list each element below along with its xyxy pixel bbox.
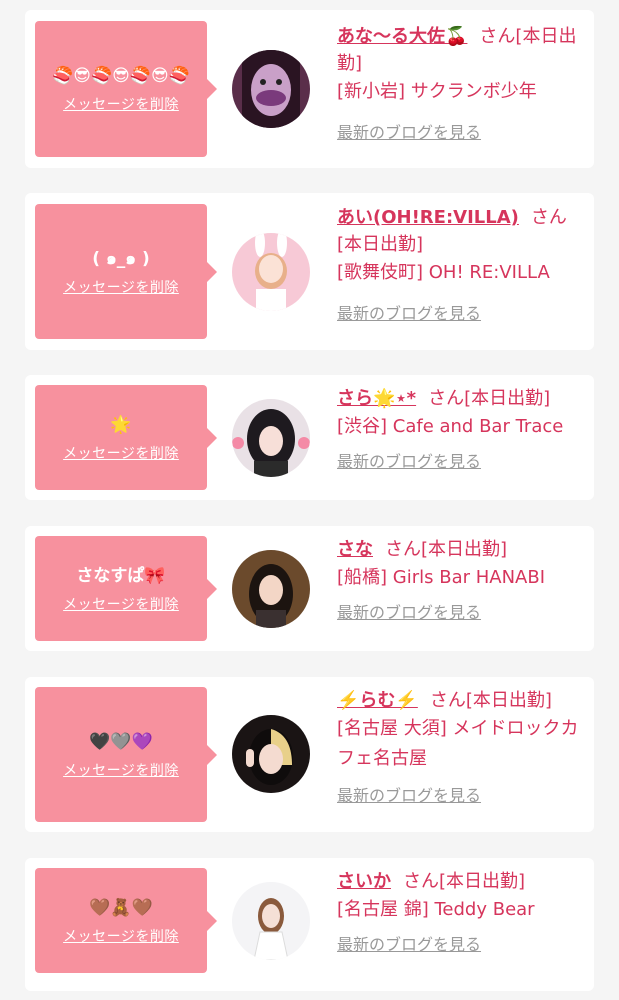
shop-text: [歌舞伎町] OH! RE:VILLA xyxy=(337,262,550,283)
message-bubble: さなすぱ🎀 メッセージを削除 xyxy=(35,536,217,641)
cast-info: さいか さん[本日出勤] [名古屋 錦] Teddy Bear 最新のブログを見る xyxy=(337,868,584,955)
cast-name-link[interactable]: あい(OH!RE:VILLA) xyxy=(337,207,519,228)
message-bubble: ( ๑_๑ ) メッセージを削除 xyxy=(35,204,217,339)
avatar[interactable] xyxy=(232,715,310,793)
blog-link[interactable]: 最新のブログを見る xyxy=(337,300,481,324)
status-text: [本日出勤] xyxy=(421,539,508,560)
shop-text: [渋谷] Cafe and Bar Trace xyxy=(337,416,564,437)
cast-info: あな〜る大佐🍒 さん[本日出勤] [新小岩] サクランボ少年 最新のブログを見る xyxy=(337,23,584,143)
honorific: さん xyxy=(429,690,466,711)
cast-name-link[interactable]: ⚡️らむ⚡️ xyxy=(337,690,418,711)
blog-link[interactable]: 最新のブログを見る xyxy=(337,782,481,806)
honorific: さん xyxy=(385,539,421,560)
cast-name-link[interactable]: あな〜る大佐🍒 xyxy=(337,26,467,47)
shop-text: [名古屋 大須] メイドロックカフェ名古屋 xyxy=(337,718,579,769)
list-item: さなすぱ🎀 メッセージを削除 さな さん[本日出勤] [船橋] Girls Bar… xyxy=(25,526,594,651)
message-bubble: 🌟 メッセージを削除 xyxy=(35,385,217,490)
message-text: 🤎🧸🤎 xyxy=(89,897,153,918)
cast-info: ⚡️らむ⚡️ さん[本日出勤] [名古屋 大須] メイドロックカフェ名古屋 最新の… xyxy=(337,687,584,806)
blog-link[interactable]: 最新のブログを見る xyxy=(337,448,481,472)
list-item: 🖤🩶💜 メッセージを削除 ⚡️らむ⚡️ さん[本日出勤] [名古屋 大須] メイド… xyxy=(25,677,594,832)
status-text: [本日出勤] xyxy=(464,388,551,409)
list-item: 🍣😎🍣😎🍣😎🍣 メッセージを削除 あな〜る大佐🍒 さん[本日出勤] [新小岩] サ… xyxy=(25,10,594,168)
message-text: ( ๑_๑ ) xyxy=(92,248,150,269)
avatar[interactable] xyxy=(232,882,310,960)
cast-info: あい(OH!RE:VILLA) さん [本日出勤] [歌舞伎町] OH! RE:VI… xyxy=(337,204,584,324)
delete-message-link[interactable]: メッセージを削除 xyxy=(63,277,179,297)
delete-message-link[interactable]: メッセージを削除 xyxy=(63,760,179,780)
status-text: [本日出勤] xyxy=(465,690,552,711)
status-text: [本日出勤] xyxy=(337,234,424,255)
cast-name-link[interactable]: さな xyxy=(337,539,373,560)
delete-message-link[interactable]: メッセージを削除 xyxy=(63,926,179,946)
message-text: 🍣😎🍣😎🍣😎🍣 xyxy=(52,66,190,86)
cast-name-link[interactable]: さいか xyxy=(337,871,391,892)
avatar[interactable] xyxy=(232,233,310,311)
honorific: さん xyxy=(403,871,439,892)
message-bubble: 🤎🧸🤎 メッセージを削除 xyxy=(35,868,217,973)
shop-text: [船橋] Girls Bar HANABI xyxy=(337,567,546,588)
delete-message-link[interactable]: メッセージを削除 xyxy=(63,443,179,463)
message-bubble: 🍣😎🍣😎🍣😎🍣 メッセージを削除 xyxy=(35,21,217,157)
honorific: さん xyxy=(479,26,516,47)
honorific: さん xyxy=(530,207,567,228)
list-item: 🤎🧸🤎 メッセージを削除 さいか さん[本日出勤] [名古屋 錦] Teddy B… xyxy=(25,858,594,991)
message-text: 🖤🩶💜 xyxy=(89,731,153,752)
blog-link[interactable]: 最新のブログを見る xyxy=(337,119,481,143)
list-item: 🌟 メッセージを削除 さら🌟⋆* さん[本日出勤] [渋谷] Cafe and B… xyxy=(25,375,594,500)
message-text: 🌟 xyxy=(110,414,132,435)
shop-text: [新小岩] サクランボ少年 xyxy=(337,81,537,102)
status-text: [本日出勤] xyxy=(439,871,526,892)
cast-name-link[interactable]: さら🌟⋆* xyxy=(337,388,416,409)
avatar[interactable] xyxy=(232,399,310,477)
honorific: さん xyxy=(428,388,465,409)
message-text: さなすぱ🎀 xyxy=(76,565,166,586)
delete-message-link[interactable]: メッセージを削除 xyxy=(63,594,179,614)
cast-info: さな さん[本日出勤] [船橋] Girls Bar HANABI 最新のブログを… xyxy=(337,536,584,623)
shop-text: [名古屋 錦] Teddy Bear xyxy=(337,899,535,920)
avatar[interactable] xyxy=(232,50,310,128)
blog-link[interactable]: 最新のブログを見る xyxy=(337,599,481,623)
delete-message-link[interactable]: メッセージを削除 xyxy=(63,94,179,114)
avatar[interactable] xyxy=(232,550,310,628)
message-bubble: 🖤🩶💜 メッセージを削除 xyxy=(35,687,217,822)
cast-info: さら🌟⋆* さん[本日出勤] [渋谷] Cafe and Bar Trace 最新… xyxy=(337,385,584,472)
list-item: ( ๑_๑ ) メッセージを削除 あい(OH!RE:VILLA) さん [本日出勤]… xyxy=(25,193,594,350)
blog-link[interactable]: 最新のブログを見る xyxy=(337,931,481,955)
